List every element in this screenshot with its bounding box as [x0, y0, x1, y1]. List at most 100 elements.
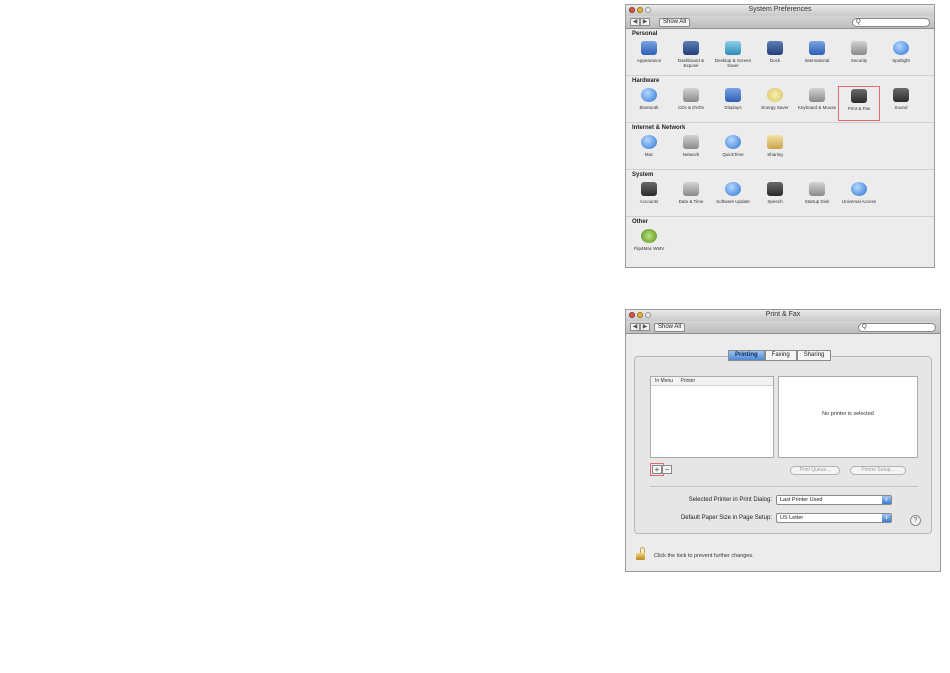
printer-setup-button[interactable]: Printer Setup...	[850, 466, 906, 475]
pref-pane-cd[interactable]: CDs & DVDs	[670, 86, 712, 121]
section-title: Hardware	[632, 78, 660, 84]
pane-row: Mac Network QuickTime Sharing	[628, 133, 796, 168]
pref-pane-appearance[interactable]: Appearance	[628, 39, 670, 74]
tab-printing[interactable]: Printing	[728, 350, 765, 361]
back-button[interactable]: ◀	[630, 323, 640, 331]
pane-label: Dashboard & Exposé	[677, 58, 705, 68]
pref-pane-startup-disk[interactable]: Startup Disk	[796, 180, 838, 215]
print-queue-button[interactable]: Print Queue...	[790, 466, 840, 475]
add-remove-buttons: + −	[650, 463, 672, 476]
section-title: Internet & Network	[632, 125, 686, 131]
pref-pane-network[interactable]: Network	[670, 133, 712, 168]
pane-label: Mac	[644, 152, 654, 157]
sharing-icon	[767, 135, 783, 149]
column-printer[interactable]: Printer	[680, 378, 695, 384]
pref-pane-quicktime[interactable]: QuickTime	[712, 133, 754, 168]
pref-pane-date-time[interactable]: Date & Time	[670, 180, 712, 215]
toolbar: ◀ ▶ Show All Q	[626, 16, 934, 29]
international-icon	[809, 41, 825, 55]
pane-row: Appearance Dashboard & Exposé Desktop & Sc…	[628, 39, 922, 74]
selected-printer-value: Last Printer Used	[780, 497, 823, 503]
title-bar: Print & Fax	[626, 310, 940, 321]
tab-bar: Printing Faxing Sharing	[728, 350, 832, 361]
selected-printer-label: Selected Printer in Print Dialog:	[688, 497, 772, 503]
pref-pane-software-update[interactable]: Software Update	[712, 180, 754, 215]
tab-faxing[interactable]: Faxing	[764, 350, 797, 361]
dock-icon	[767, 41, 783, 55]
back-button[interactable]: ◀	[630, 18, 640, 26]
forward-button[interactable]: ▶	[640, 323, 650, 331]
pane-label: Keyboard & Mouse	[797, 105, 837, 110]
pane-label: Sharing	[767, 152, 783, 157]
pref-pane-displays[interactable]: Displays	[712, 86, 754, 121]
pref-pane-flip4mac[interactable]: Flip4Mac WMV	[628, 227, 670, 262]
pane-label: Date & Time	[678, 199, 704, 204]
pref-pane-sharing[interactable]: Sharing	[754, 133, 796, 168]
pref-pane-speech[interactable]: Speech	[754, 180, 796, 215]
speech-icon	[767, 182, 783, 196]
nav-buttons: ◀ ▶	[630, 18, 650, 26]
window-title: Print & Fax	[765, 311, 801, 318]
system-preferences-window: System Preferences ◀ ▶ Show All Q Person…	[625, 4, 935, 268]
desktop-icon	[725, 41, 741, 55]
pref-pane-sound[interactable]: Sound	[880, 86, 922, 121]
pref-pane-international[interactable]: International	[796, 39, 838, 74]
section-system: System Accounts Date & Time Software Update…	[626, 170, 934, 217]
pref-pane-accounts[interactable]: Accounts	[628, 180, 670, 215]
printer-detail-panel: No printer is selected	[778, 376, 918, 458]
pane-label: Network	[682, 152, 700, 157]
paper-size-popup[interactable]: US Letter ⇕	[776, 513, 892, 523]
search-field[interactable]: Q	[858, 323, 936, 332]
energy-saver-icon	[767, 88, 783, 102]
pane-label: CDs & DVDs	[677, 105, 704, 110]
help-button[interactable]: ?	[910, 515, 921, 526]
displays-icon	[725, 88, 741, 102]
pref-pane-dock[interactable]: Dock	[754, 39, 796, 74]
printer-list[interactable]: In Menu Printer	[650, 376, 774, 458]
pref-pane-keyboard[interactable]: Keyboard & Mouse	[796, 86, 838, 121]
flip4mac-icon	[641, 229, 657, 243]
dashboard-icon	[683, 41, 699, 55]
selected-printer-popup[interactable]: Last Printer Used ⇕	[776, 495, 892, 505]
pref-pane-dashboard[interactable]: Dashboard & Exposé	[670, 39, 712, 74]
pref-pane-bluetooth[interactable]: Bluetooth	[628, 86, 670, 121]
add-printer-button[interactable]: +	[650, 463, 664, 476]
printer-list-header: In Menu Printer	[651, 377, 773, 386]
spotlight-icon	[893, 41, 909, 55]
toolbar: ◀ ▶ Show All Q	[626, 321, 940, 334]
show-all-button[interactable]: Show All	[659, 18, 691, 27]
popup-arrows-icon: ⇕	[882, 496, 891, 504]
section-internet-network: Internet & Network Mac Network QuickTime Sha…	[626, 123, 934, 170]
show-all-button[interactable]: Show All	[654, 323, 686, 332]
search-field[interactable]: Q	[852, 18, 930, 27]
pref-pane-energy-saver[interactable]: Energy Saver	[754, 86, 796, 121]
section-title: Personal	[632, 31, 658, 37]
pref-pane-spotlight[interactable]: Spotlight	[880, 39, 922, 74]
appearance-icon	[641, 41, 657, 55]
pane-row: Flip4Mac WMV	[628, 227, 670, 262]
pane-label: Security	[850, 58, 868, 63]
pane-label: Bluetooth	[639, 105, 659, 110]
keyboard-icon	[809, 88, 825, 102]
pane-label: Accounts	[639, 199, 659, 204]
pref-pane-universal-access[interactable]: Universal Access	[838, 180, 880, 215]
column-in-menu[interactable]: In Menu	[655, 378, 673, 384]
tab-sharing[interactable]: Sharing	[796, 350, 832, 361]
cd-icon	[683, 88, 699, 102]
quicktime-icon	[725, 135, 741, 149]
pref-pane-printer[interactable]: Print & Fax	[838, 86, 880, 121]
pref-pane-mac[interactable]: Mac	[628, 133, 670, 168]
forward-button[interactable]: ▶	[640, 18, 650, 26]
pref-pane-desktop[interactable]: Desktop & Screen Saver	[712, 39, 754, 74]
title-bar: System Preferences	[626, 5, 934, 16]
section-title: Other	[632, 219, 649, 225]
nav-buttons: ◀ ▶	[630, 323, 650, 331]
pref-pane-security[interactable]: Security	[838, 39, 880, 74]
pane-row: Bluetooth CDs & DVDs Displays Energy Saver K…	[628, 86, 922, 121]
pane-label: Startup Disk	[804, 199, 830, 204]
remove-printer-button[interactable]: −	[662, 465, 672, 474]
paper-size-value: US Letter	[780, 515, 804, 521]
lock-icon[interactable]	[636, 547, 646, 560]
pane-label: International	[804, 58, 830, 63]
pane-label: Speech	[767, 199, 783, 204]
